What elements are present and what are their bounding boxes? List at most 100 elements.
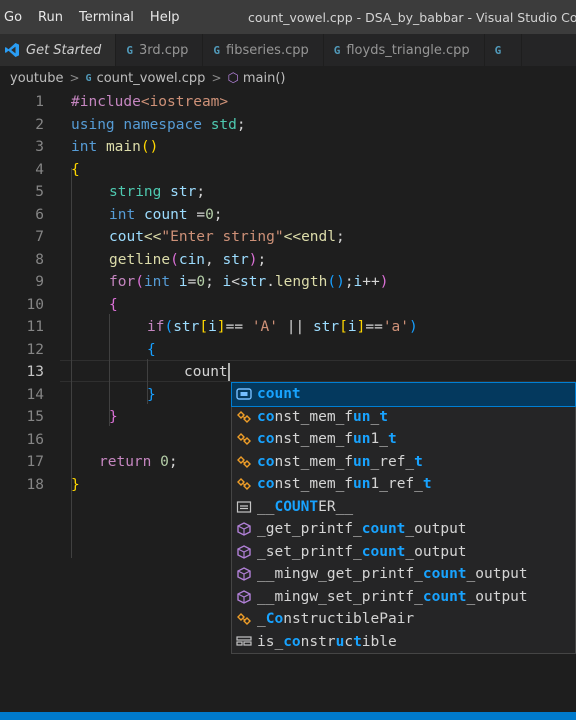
match-highlight: o <box>274 611 284 628</box>
label-text: _output <box>405 543 467 560</box>
label-text: ible <box>361 633 397 650</box>
class-icon-glyph <box>237 410 251 423</box>
label-text: 1_ <box>370 431 388 448</box>
suggestion-label: __COUNTER__ <box>257 499 353 515</box>
suggestion-item[interactable]: __COUNTER__ <box>232 496 575 519</box>
method-cube-icon: ⬡ <box>227 70 239 86</box>
match-highlight: t <box>414 453 423 470</box>
suggestion-label: _set_printf_count_output <box>257 544 467 560</box>
match-highlight: co <box>257 431 275 448</box>
tab-overflow[interactable]: G <box>485 34 523 66</box>
match-highlight: un <box>353 431 371 448</box>
line-number: 18 <box>26 476 44 493</box>
suggestion-item[interactable]: const_mem_fun1_ref_t <box>232 473 575 496</box>
code-line: 7 cout<<"Enter string"<<endl; <box>0 226 576 249</box>
suggestion-item[interactable]: __mingw_get_printf_count_output <box>232 563 575 586</box>
class-icon-glyph <box>237 478 251 491</box>
breadcrumb: youtube > G count_vowel.cpp > ⬡ main() <box>0 66 576 90</box>
suggestion-item[interactable]: const_mem_fun_t <box>232 406 575 429</box>
label-text: _set_printf_ <box>257 543 362 560</box>
menu-run[interactable]: Run <box>30 0 71 34</box>
label-text: _get_printf_ <box>257 521 362 538</box>
label-text: __mingw_set_printf_ <box>257 588 423 605</box>
tab-label: Get Started <box>26 42 102 58</box>
suggestion-label: _ConstructiblePair <box>257 611 414 627</box>
autocomplete-suggestions[interactable]: count const_mem_fun_t const_mem_fun1_t cons… <box>231 382 576 654</box>
line-number: 9 <box>35 274 44 291</box>
menu-go[interactable]: Go <box>0 0 30 34</box>
class-icon <box>235 611 253 627</box>
cpp-file-icon: G <box>126 43 133 57</box>
cpp-file-icon: G <box>85 72 92 84</box>
class-icon-glyph <box>237 455 251 468</box>
suggestion-item[interactable]: __mingw_set_printf_count_output <box>232 586 575 609</box>
suggestion-item[interactable]: _set_printf_count_output <box>232 541 575 564</box>
match-highlight: co <box>283 633 301 650</box>
line-number: 8 <box>35 251 44 268</box>
match-highlight: count <box>422 566 467 583</box>
method-icon <box>235 521 253 537</box>
class-icon-glyph <box>237 433 251 446</box>
cpp-file-icon: G <box>494 43 502 57</box>
suggestion-label: const_mem_fun1_t <box>257 431 397 447</box>
label-text: _output <box>466 588 528 605</box>
text-cursor <box>227 363 230 382</box>
line-number: 16 <box>26 431 44 448</box>
class-icon <box>235 454 253 470</box>
method-icon-glyph <box>237 567 251 582</box>
class-icon <box>235 409 253 425</box>
code-line: 1 #include<iostream> <box>0 91 576 114</box>
code-line: 3 int main() <box>0 136 576 159</box>
label-text: nst_mem_f <box>274 476 354 493</box>
label-text: nst_mem_f <box>274 453 354 470</box>
keyword-icon-glyph <box>236 636 252 646</box>
suggestion-label: _get_printf_count_output <box>257 521 467 537</box>
line-number: 5 <box>35 184 44 201</box>
window-title: count_vowel.cpp - DSA_by_babbar - Visual… <box>248 9 576 25</box>
breadcrumb-symbol[interactable]: main() <box>243 71 286 86</box>
label-text: is_ <box>257 633 284 650</box>
line-number: 3 <box>35 139 44 156</box>
suggestion-item[interactable]: _get_printf_count_output <box>232 518 575 541</box>
suggestion-item[interactable]: count <box>231 382 576 407</box>
tab-label: fibseries.cpp <box>226 42 309 58</box>
suggestion-label: const_mem_fun_ref_t <box>257 454 423 470</box>
tab-fibseries-cpp[interactable]: G fibseries.cpp <box>203 34 324 66</box>
line-number: 1 <box>35 94 44 111</box>
label-text: structiblePair <box>291 611 415 628</box>
label-text: __mingw_get_printf_ <box>257 566 423 583</box>
match-highlight: t <box>353 633 362 650</box>
suggestion-item[interactable]: const_mem_fun1_t <box>232 428 575 451</box>
line-number: 17 <box>26 454 44 471</box>
label-text: 1_ref_ <box>370 476 423 493</box>
constant-icon-glyph <box>236 501 252 513</box>
tab-floyds-triangle-cpp[interactable]: G floyds_triangle.cpp <box>324 34 485 66</box>
label-text: _output <box>466 566 528 583</box>
match-highlight: t <box>387 431 397 448</box>
suggestion-label: const_mem_fun_t <box>257 409 388 425</box>
cpp-file-icon: G <box>333 43 341 57</box>
suggestion-item[interactable]: is_constructible <box>232 631 575 654</box>
suggestion-item[interactable]: _ConstructiblePair <box>232 608 575 631</box>
method-icon <box>235 544 253 560</box>
breadcrumb-file[interactable]: count_vowel.cpp <box>97 71 206 86</box>
menu-help[interactable]: Help <box>142 0 188 34</box>
suggestion-item[interactable]: const_mem_fun_ref_t <box>232 451 575 474</box>
code-line: 8 getline(cin, str); <box>0 249 576 272</box>
line-number: 10 <box>26 296 44 313</box>
title-bar: Go Run Terminal Help count_vowel.cpp - D… <box>0 0 576 34</box>
menu-bar: Go Run Terminal Help <box>0 0 188 34</box>
tab-3rd-cpp[interactable]: G 3rd.cpp <box>116 34 204 66</box>
match-highlight: count <box>257 386 301 403</box>
code-line-current: 13 count <box>0 361 576 384</box>
menu-terminal[interactable]: Terminal <box>71 0 142 34</box>
match-highlight: count <box>361 521 406 538</box>
label-text: _output <box>405 521 467 538</box>
variable-icon-glyph <box>236 388 252 400</box>
tab-get-started[interactable]: Get Started <box>0 34 117 66</box>
line-number: 14 <box>26 386 44 403</box>
suggestion-label: __mingw_set_printf_count_output <box>257 589 528 605</box>
line-number: 2 <box>35 116 44 133</box>
variable-icon <box>235 386 253 402</box>
breadcrumb-folder[interactable]: youtube <box>10 71 63 86</box>
